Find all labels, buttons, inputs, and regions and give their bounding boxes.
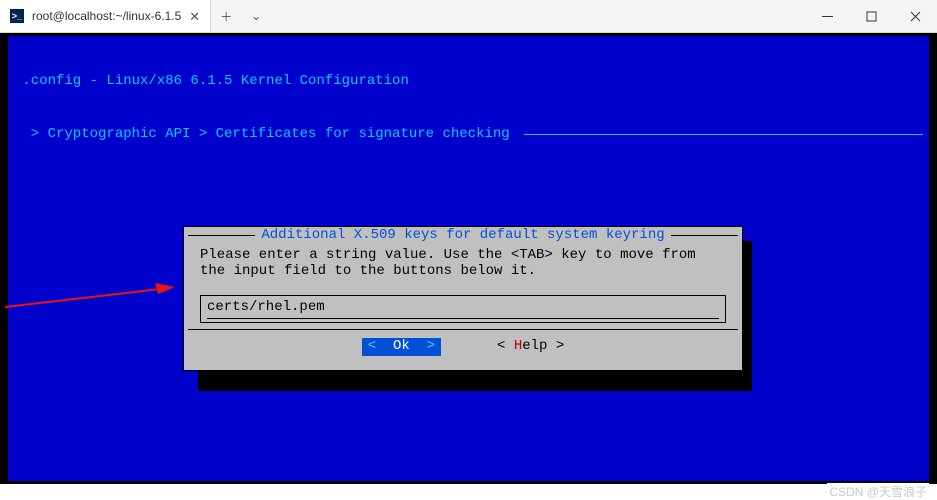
dialog-rule-right: [671, 235, 738, 236]
maximize-button[interactable]: [849, 0, 893, 33]
ok-button[interactable]: < Ok >: [362, 338, 441, 356]
terminal-area: .config - Linux/x86 6.1.5 Kernel Configu…: [0, 33, 937, 484]
dialog-input-value: certs/rhel.pem: [207, 299, 719, 317]
terminal-header: .config - Linux/x86 6.1.5 Kernel Configu…: [8, 36, 929, 178]
powershell-icon: >_: [10, 9, 24, 23]
dialog-prompt: Please enter a string value. Use the <TA…: [184, 245, 742, 287]
close-button[interactable]: [893, 0, 937, 33]
dialog-input-box[interactable]: certs/rhel.pem: [200, 295, 726, 324]
tab-active[interactable]: >_ root@localhost:~/linux-6.1.5 ✕: [0, 0, 211, 32]
tab-dropdown-icon[interactable]: ⌄: [241, 0, 271, 32]
breadcrumb: > Cryptographic API > Certificates for s…: [14, 126, 518, 144]
dialog-title: Additional X.509 keys for default system…: [255, 227, 670, 245]
tab-close-icon[interactable]: ✕: [189, 10, 200, 23]
help-button[interactable]: < Help >: [497, 338, 564, 356]
header-rule: [524, 134, 923, 135]
minimize-button[interactable]: [805, 0, 849, 33]
new-tab-button[interactable]: ＋: [211, 0, 241, 32]
terminal-screen: .config - Linux/x86 6.1.5 Kernel Configu…: [8, 36, 929, 481]
dialog-rule-left: [188, 235, 255, 236]
dialog-button-row: < Ok > < Help >: [184, 330, 742, 356]
dialog-title-row: Additional X.509 keys for default system…: [184, 227, 742, 245]
window-titlebar: >_ root@localhost:~/linux-6.1.5 ✕ ＋ ⌄: [0, 0, 937, 33]
window-controls: [805, 0, 937, 32]
tab-title: root@localhost:~/linux-6.1.5: [32, 9, 181, 23]
watermark: CSDN @天雪浪子: [827, 483, 929, 500]
input-dialog: Additional X.509 keys for default system…: [183, 226, 743, 371]
input-underline: [207, 318, 719, 319]
config-title: .config - Linux/x86 6.1.5 Kernel Configu…: [14, 73, 923, 91]
